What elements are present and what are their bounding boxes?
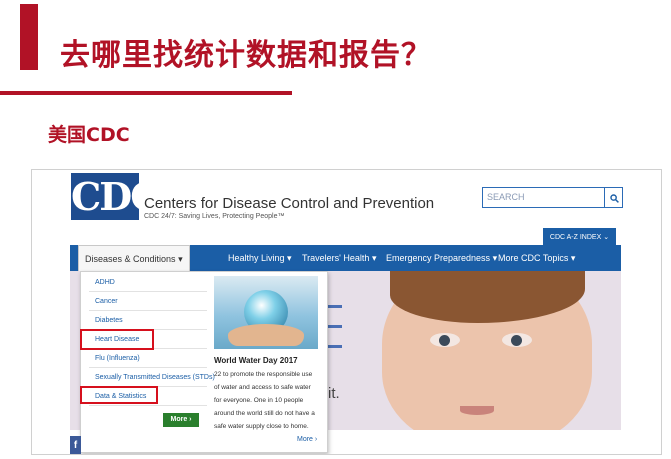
nav-label: Emergency Preparedness bbox=[386, 253, 491, 263]
nav-item-more-cdc-topics[interactable]: More CDC Topics ▾ bbox=[498, 253, 575, 264]
caret-down-icon: ▾ bbox=[492, 253, 498, 263]
feature-text-line: safe water supply close to home. bbox=[214, 423, 309, 430]
child-photo-eye bbox=[502, 333, 532, 347]
caret-down-icon: ▾ bbox=[570, 253, 576, 263]
cdc-website-screenshot: CDC Centers for Disease Control and Prev… bbox=[31, 169, 662, 455]
nav-label: Travelers' Health bbox=[302, 253, 370, 263]
menu-divider bbox=[89, 367, 207, 368]
main-nav: Diseases & Conditions ▾ Healthy Living ▾… bbox=[70, 245, 621, 271]
caret-down-icon: ▾ bbox=[371, 253, 377, 263]
search-input[interactable]: SEARCH bbox=[482, 187, 605, 208]
feature-text-line: 22 to promote the responsible use bbox=[214, 371, 313, 378]
chevron-right-icon: › bbox=[314, 436, 318, 443]
menu-item-cancer[interactable]: Cancer bbox=[95, 298, 118, 305]
chevron-right-icon: › bbox=[189, 416, 192, 423]
nav-label: Diseases & Conditions bbox=[85, 254, 176, 264]
menu-item-stds[interactable]: Sexually Transmitted Diseases (STDs) bbox=[95, 374, 215, 381]
az-index-button[interactable]: CDC A-Z INDEX ⌄ bbox=[543, 228, 616, 246]
nav-item-emergency-preparedness[interactable]: Emergency Preparedness ▾ bbox=[386, 253, 497, 264]
child-photo-eye bbox=[430, 333, 460, 347]
feature-title[interactable]: World Water Day 2017 bbox=[214, 356, 298, 365]
hands-graphic bbox=[228, 324, 304, 346]
menu-divider bbox=[89, 310, 207, 311]
menu-item-adhd[interactable]: ADHD bbox=[95, 279, 115, 286]
hero-text-fragment: it. bbox=[328, 385, 340, 402]
more-button-label: More bbox=[170, 416, 188, 423]
feature-text-line: around the world still do not have a bbox=[214, 410, 315, 417]
feature-more-label: More bbox=[297, 436, 313, 443]
cdc-logo[interactable]: CDC bbox=[71, 173, 160, 220]
highlight-box-heart-disease bbox=[80, 329, 154, 350]
child-photo-mouth bbox=[460, 406, 494, 415]
menu-divider bbox=[89, 405, 207, 406]
world-water-day-image[interactable] bbox=[214, 276, 318, 349]
menu-item-flu[interactable]: Flu (Influenza) bbox=[95, 355, 140, 362]
caret-down-icon: ▾ bbox=[178, 254, 183, 264]
nav-label: Healthy Living bbox=[228, 253, 285, 263]
feature-more-link[interactable]: More › bbox=[297, 436, 317, 443]
title-accent-bar bbox=[20, 4, 38, 70]
menu-divider bbox=[89, 291, 207, 292]
nav-label: More CDC Topics bbox=[498, 253, 569, 263]
nav-item-healthy-living[interactable]: Healthy Living ▾ bbox=[228, 253, 292, 264]
nav-item-diseases-conditions[interactable]: Diseases & Conditions ▾ bbox=[78, 245, 190, 271]
highlight-box-data-statistics bbox=[80, 386, 158, 404]
diseases-dropdown-menu: ADHD Cancer Diabetes Heart Disease Flu (… bbox=[80, 271, 328, 453]
facebook-icon[interactable]: f bbox=[70, 436, 81, 454]
search-icon bbox=[610, 194, 619, 203]
more-button[interactable]: More › bbox=[163, 413, 199, 427]
menu-item-diabetes[interactable]: Diabetes bbox=[95, 317, 123, 324]
feature-text-line: of water and access to safe water bbox=[214, 384, 311, 391]
title-divider bbox=[0, 91, 292, 95]
tagline: CDC 24/7: Saving Lives, Protecting Peopl… bbox=[144, 213, 285, 220]
page-title: 去哪里找统计数据和报告？ bbox=[60, 38, 432, 73]
nav-item-travelers-health[interactable]: Travelers' Health ▾ bbox=[302, 253, 376, 264]
organization-name: Centers for Disease Control and Preventi… bbox=[144, 195, 435, 212]
az-index-label: CDC A-Z INDEX bbox=[549, 234, 602, 241]
search-button[interactable] bbox=[604, 187, 623, 208]
caret-down-icon: ▾ bbox=[287, 253, 292, 263]
section-heading: 美国CDC bbox=[48, 124, 130, 146]
chevron-down-icon: ⌄ bbox=[603, 234, 610, 241]
feature-text-line: for everyone. One in 10 people bbox=[214, 397, 304, 404]
